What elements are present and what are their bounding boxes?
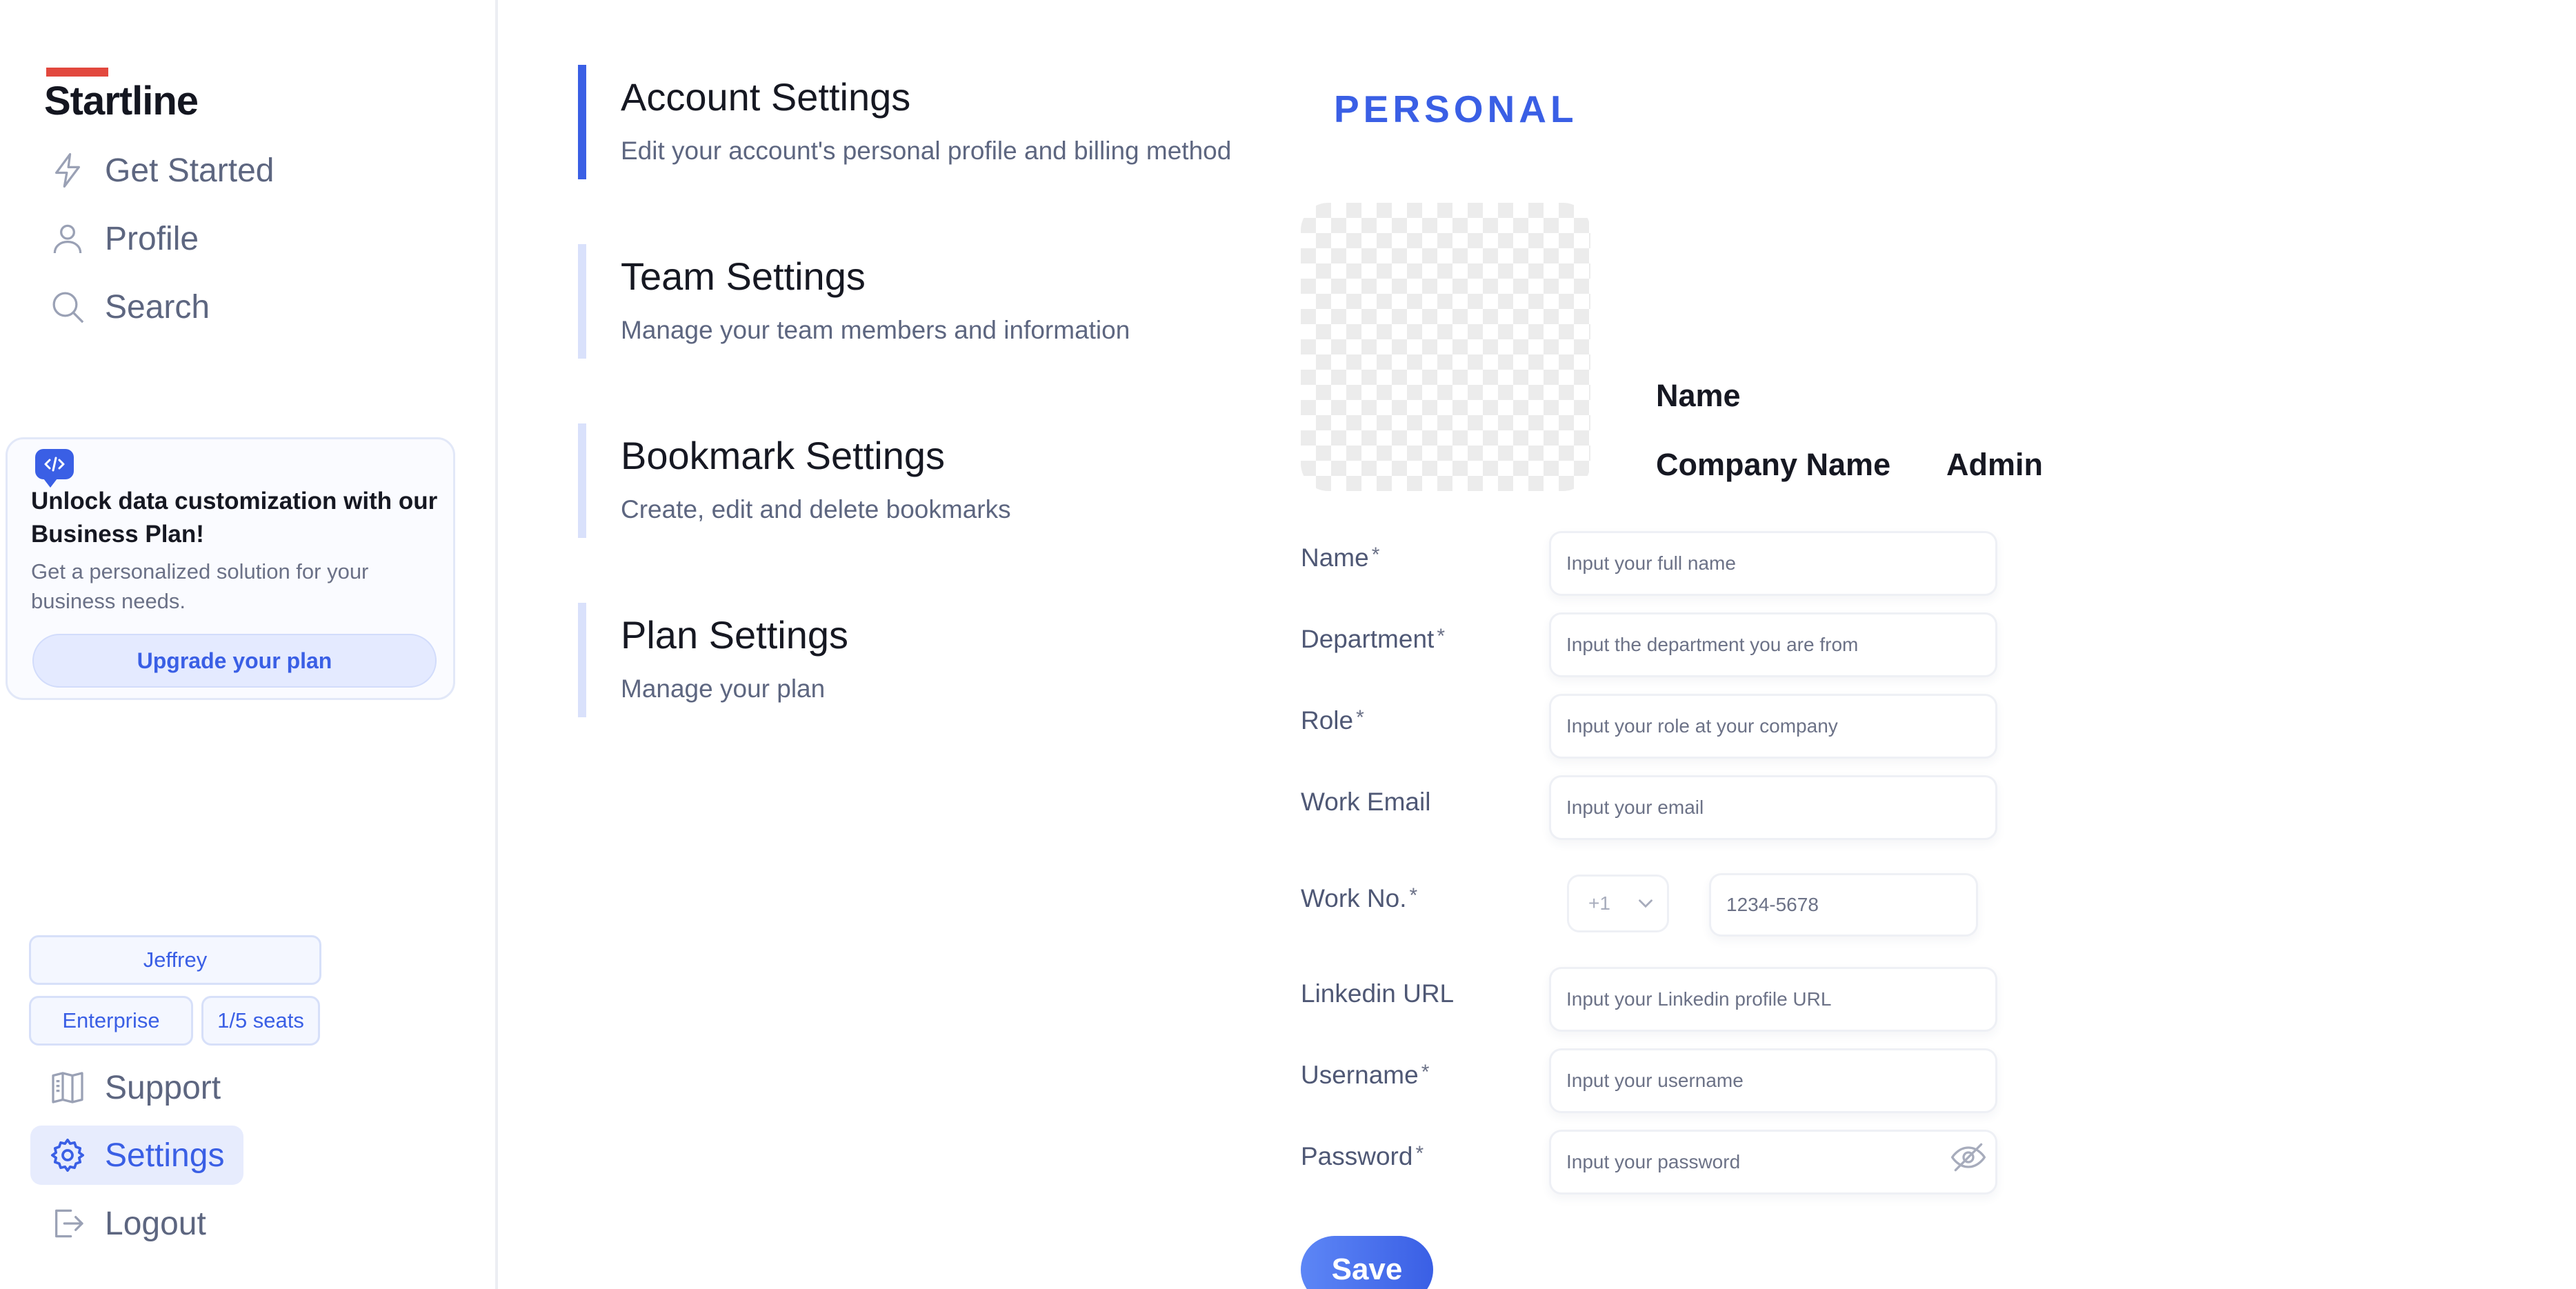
seats-badge: 1/5 seats (201, 996, 320, 1046)
linkedin-label-text: Linkedin URL (1301, 979, 1455, 1008)
country-code-select[interactable]: +1 (1567, 875, 1669, 932)
menu-description: Edit your account's personal profile and… (621, 137, 1232, 165)
brand-logo[interactable]: Startline (44, 78, 199, 124)
menu-indicator (578, 244, 586, 359)
role-label-text: Role (1301, 706, 1354, 735)
required-mark: * (1415, 1142, 1424, 1165)
work-no-input[interactable] (1709, 873, 1978, 937)
username-label-text: Username (1301, 1061, 1419, 1089)
nav-logout[interactable]: Logout (30, 1194, 226, 1253)
work-email-label-text: Work Email (1301, 788, 1431, 816)
country-code-value: +1 (1588, 892, 1610, 914)
nav-logout-label: Logout (105, 1205, 206, 1242)
sidebar: Startline Get Started Profile Search Unl… (0, 0, 498, 1289)
required-mark: * (1421, 1061, 1430, 1083)
nav-settings[interactable]: Settings (30, 1126, 244, 1185)
nav-search[interactable]: Search (30, 277, 229, 337)
section-title: PERSONAL (1334, 88, 1578, 130)
promo-text: Get a personalized solution for your bus… (31, 559, 369, 613)
name-input[interactable] (1549, 531, 1997, 596)
menu-account-settings[interactable]: Account Settings Edit your account's per… (578, 65, 1231, 179)
menu-title: Bookmark Settings (621, 434, 945, 477)
promo-title: Unlock data customization with our Busin… (31, 488, 438, 548)
brand-accent-bar (46, 68, 108, 77)
menu-description: Create, edit and delete bookmarks (621, 495, 1011, 523)
search-icon (52, 292, 84, 323)
nav-get-started[interactable]: Get Started (30, 141, 293, 200)
book-icon (52, 1072, 83, 1103)
menu-title: Account Settings (621, 75, 911, 119)
upgrade-plan-button[interactable]: Upgrade your plan (32, 634, 437, 688)
gear-icon (50, 1138, 85, 1172)
lightning-icon (55, 153, 80, 188)
role-input[interactable] (1549, 694, 1997, 759)
menu-indicator (578, 423, 586, 538)
nav-get-started-label: Get Started (105, 152, 274, 189)
name-label-text: Name (1301, 543, 1369, 572)
linkedin-label: Linkedin URL (1301, 979, 1454, 1008)
menu-bookmark-settings[interactable]: Bookmark Settings Create, edit and delet… (578, 423, 1199, 538)
menu-description: Manage your team members and information (621, 316, 1130, 344)
code-chat-icon (35, 449, 74, 488)
work-email-input[interactable] (1549, 775, 1997, 840)
nav-profile[interactable]: Profile (30, 209, 218, 268)
department-label: Department * (1301, 625, 1445, 654)
work-no-label: Work No. * (1301, 884, 1417, 913)
menu-plan-settings[interactable]: Plan Settings Manage your plan (578, 603, 1199, 717)
menu-indicator (578, 65, 586, 179)
role-label: Role * (1301, 706, 1364, 735)
required-mark: * (1409, 884, 1418, 907)
work-email-label: Work Email (1301, 788, 1430, 817)
save-button[interactable]: Save (1301, 1236, 1433, 1289)
department-input[interactable] (1549, 612, 1997, 677)
menu-title: Team Settings (621, 254, 866, 298)
name-label: Name * (1301, 543, 1379, 572)
menu-team-settings[interactable]: Team Settings Manage your team members a… (578, 244, 1199, 359)
nav-profile-label: Profile (105, 220, 199, 257)
username-input[interactable] (1549, 1048, 1997, 1113)
avatar-upload[interactable] (1301, 203, 1590, 491)
user-name-badge[interactable]: Jeffrey (29, 935, 321, 985)
required-mark: * (1437, 625, 1445, 648)
username-label: Username * (1301, 1061, 1429, 1090)
eye-off-icon[interactable] (1949, 1138, 1988, 1177)
work-no-label-text: Work No. (1301, 884, 1407, 912)
upgrade-promo-card: Unlock data customization with our Busin… (6, 437, 455, 700)
user-icon (53, 224, 82, 254)
password-label: Password * (1301, 1142, 1424, 1171)
profile-role: Admin (1946, 447, 2043, 482)
required-mark: * (1356, 706, 1364, 729)
nav-support[interactable]: Support (30, 1058, 240, 1117)
profile-name: Name (1656, 378, 1741, 413)
plan-badge: Enterprise (29, 996, 193, 1046)
nav-search-label: Search (105, 288, 210, 326)
password-input[interactable] (1549, 1130, 1997, 1195)
nav-settings-label: Settings (105, 1137, 225, 1174)
nav-support-label: Support (105, 1069, 221, 1106)
password-label-text: Password (1301, 1142, 1413, 1170)
profile-company: Company Name (1656, 447, 1891, 482)
department-label-text: Department (1301, 625, 1435, 653)
menu-description: Manage your plan (621, 675, 826, 703)
required-mark: * (1371, 543, 1380, 566)
chevron-down-icon (1639, 899, 1653, 908)
logout-icon (55, 1209, 83, 1238)
menu-title: Plan Settings (621, 613, 848, 657)
menu-indicator (578, 603, 586, 717)
linkedin-input[interactable] (1549, 967, 1997, 1032)
